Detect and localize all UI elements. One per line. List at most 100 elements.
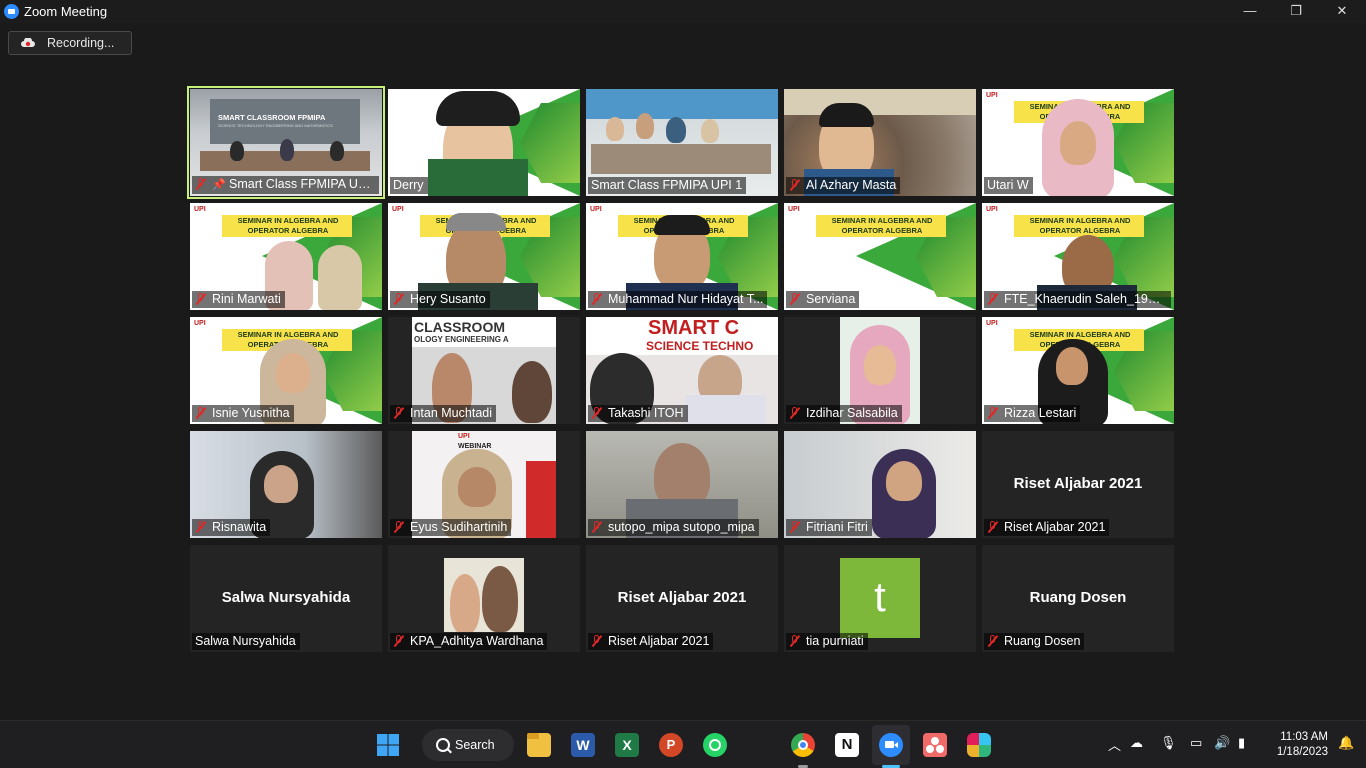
windows-start-icon[interactable] xyxy=(376,733,400,757)
muted-mic-icon xyxy=(987,521,999,533)
muted-mic-icon xyxy=(195,521,207,533)
participant-name: Hery Susanto xyxy=(390,291,490,308)
minimize-button[interactable]: — xyxy=(1227,0,1273,23)
zoom-icon[interactable] xyxy=(879,733,903,757)
powerpoint-icon[interactable]: P xyxy=(659,733,683,757)
clock-time: 11:03 AM xyxy=(1280,731,1328,743)
system-clock[interactable]: 11:03 AM 1/18/2023 xyxy=(1266,730,1328,760)
participant-tile[interactable]: t tia purniati xyxy=(784,545,976,652)
notion-icon[interactable]: N xyxy=(835,733,859,757)
participant-name: Muhammad Nur Hidayat T... xyxy=(588,291,768,308)
participant-name: Smart Class FPMIPA UPI 1 xyxy=(588,177,747,194)
taskbar-search[interactable]: Search xyxy=(422,729,514,761)
participant-tile[interactable]: KPA_Adhitya Wardhana xyxy=(388,545,580,652)
muted-mic-icon xyxy=(987,293,999,305)
onedrive-cloud-icon[interactable]: ☁ xyxy=(1130,735,1143,751)
file-explorer-icon[interactable] xyxy=(527,733,551,757)
window-title: Zoom Meeting xyxy=(24,4,108,19)
notification-bell-icon[interactable]: 🔔 xyxy=(1338,735,1354,751)
muted-mic-icon xyxy=(789,179,801,191)
participant-tile[interactable]: CLASSROOM OLOGY ENGINEERING A Intan Much… xyxy=(388,317,580,424)
excel-icon[interactable]: X xyxy=(615,733,639,757)
participant-tile[interactable]: Fitriani Fitri xyxy=(784,431,976,538)
zoom-app-icon xyxy=(4,4,19,19)
participant-tile[interactable]: Risnawita xyxy=(190,431,382,538)
recording-label: Recording... xyxy=(47,36,115,50)
muted-mic-icon xyxy=(591,521,603,533)
participant-tile[interactable]: SMART C SCIENCE TECHNO Takashi ITOH xyxy=(586,317,778,424)
backdrop-text: SMART CLASSROOM FPMIPA xyxy=(218,113,326,122)
participant-tile[interactable]: Derry xyxy=(388,89,580,196)
participant-name: Riset Aljabar 2021 xyxy=(984,519,1110,536)
muted-mic-icon xyxy=(393,521,405,533)
participant-display-name: Ruang Dosen xyxy=(1029,589,1127,606)
participant-tile[interactable]: UPI SEMINAR IN ALGEBRA AND OPERATOR ALGE… xyxy=(586,203,778,310)
recording-indicator[interactable]: Recording... xyxy=(8,31,132,55)
participant-name: FTE_Khaerudin Saleh_1986... xyxy=(984,291,1171,308)
microphone-icon[interactable]: 🎙 xyxy=(1160,735,1177,751)
muted-mic-icon xyxy=(789,293,801,305)
close-button[interactable]: ✕ xyxy=(1319,0,1365,23)
maximize-button[interactable]: ❐ xyxy=(1273,0,1319,23)
participant-name: Serviana xyxy=(786,291,860,308)
muted-mic-icon xyxy=(591,407,603,419)
participant-avatar: t xyxy=(840,558,920,638)
whatsapp-icon[interactable] xyxy=(703,733,727,757)
participant-photo xyxy=(444,558,524,632)
battery-icon[interactable]: ▮ xyxy=(1238,735,1245,751)
muted-mic-icon xyxy=(789,407,801,419)
participant-tile[interactable]: SMART CLASSROOM FPMIPA SCIENCE TECHNOLOG… xyxy=(187,86,385,199)
muted-mic-icon xyxy=(195,178,207,190)
participant-tile[interactable]: UPI SEMINAR IN ALGEBRA AND OPERATOR ALGE… xyxy=(190,203,382,310)
participant-tile[interactable]: Ruang Dosen Ruang Dosen xyxy=(982,545,1174,652)
participant-tile[interactable]: UPI SEMINAR IN ALGEBRA AND OPERATOR ALGE… xyxy=(388,203,580,310)
participant-display-name: Salwa Nursyahida xyxy=(221,589,351,606)
participant-name: sutopo_mipa sutopo_mipa xyxy=(588,519,759,536)
slack-icon[interactable] xyxy=(967,733,991,757)
participant-tile[interactable]: Salwa Nursyahida Salwa Nursyahida xyxy=(190,545,382,652)
participant-name: Intan Muchtadi xyxy=(390,405,496,422)
muted-mic-icon xyxy=(987,635,999,647)
participant-tile[interactable]: UPI SEMINAR IN ALGEBRA AND OPERATOR ALGE… xyxy=(784,203,976,310)
participant-name: Risnawita xyxy=(192,519,271,536)
participant-tile[interactable]: Izdihar Salsabila xyxy=(784,317,976,424)
display-icon[interactable]: ▭ xyxy=(1190,735,1202,751)
participant-tile[interactable]: Riset Aljabar 2021 Riset Aljabar 2021 xyxy=(586,545,778,652)
participant-name: Al Azhary Masta xyxy=(786,177,901,194)
participant-tile[interactable]: UPI SEMINAR IN ALGEBRA AND OPERATOR ALGE… xyxy=(982,89,1174,196)
participant-tile[interactable]: UPI WEBINAR Eyus Sudihartinih xyxy=(388,431,580,538)
backdrop-subtext: SCIENCE TECHNOLOGY ENGINEERING AND MATHE… xyxy=(218,123,333,128)
muted-mic-icon xyxy=(789,521,801,533)
participant-tile[interactable]: UPI SEMINAR IN ALGEBRA AND OPERATOR ALGE… xyxy=(190,317,382,424)
word-icon[interactable]: W xyxy=(571,733,595,757)
title-bar: Zoom Meeting — ❐ ✕ xyxy=(0,0,1366,23)
chrome-icon[interactable] xyxy=(791,733,815,757)
participant-tile[interactable]: UPI SEMINAR IN ALGEBRA AND OPERATOR ALGE… xyxy=(982,203,1174,310)
cloud-recording-icon xyxy=(21,38,35,47)
muted-mic-icon xyxy=(393,407,405,419)
pin-icon: 📌 xyxy=(212,179,226,191)
participant-tile[interactable]: sutopo_mipa sutopo_mipa xyxy=(586,431,778,538)
participant-name: Salwa Nursyahida xyxy=(192,633,300,650)
participant-name: Derry xyxy=(390,177,428,194)
participant-tile[interactable]: Smart Class FPMIPA UPI 1 xyxy=(586,89,778,196)
muted-mic-icon xyxy=(393,635,405,647)
participant-tile[interactable]: UPI SEMINAR IN ALGEBRA AND OPERATOR ALGE… xyxy=(982,317,1174,424)
participant-name: 📌 Smart Class FPMIPA UPI 2 xyxy=(192,176,379,194)
volume-icon[interactable]: 🔊 xyxy=(1214,735,1230,751)
muted-mic-icon xyxy=(789,635,801,647)
chevron-up-icon[interactable]: ︿ xyxy=(1108,735,1121,754)
muted-mic-icon xyxy=(987,407,999,419)
participant-name: Rini Marwati xyxy=(192,291,285,308)
muted-mic-icon xyxy=(195,293,207,305)
taskbar: Search W X P N ︿ ☁ 🎙 ▭ 🔊 ▮ 11:03 AM 1/18… xyxy=(0,720,1366,768)
participant-name: Rizza Lestari xyxy=(984,405,1081,422)
participant-display-name: Riset Aljabar 2021 xyxy=(617,589,747,606)
participant-tile[interactable]: Al Azhary Masta xyxy=(784,89,976,196)
participant-tile[interactable]: Riset Aljabar 2021 Riset Aljabar 2021 xyxy=(982,431,1174,538)
asana-icon[interactable] xyxy=(923,733,947,757)
participant-name: KPA_Adhitya Wardhana xyxy=(390,633,548,650)
search-icon xyxy=(436,738,450,752)
muted-mic-icon xyxy=(195,407,207,419)
muted-mic-icon xyxy=(393,293,405,305)
